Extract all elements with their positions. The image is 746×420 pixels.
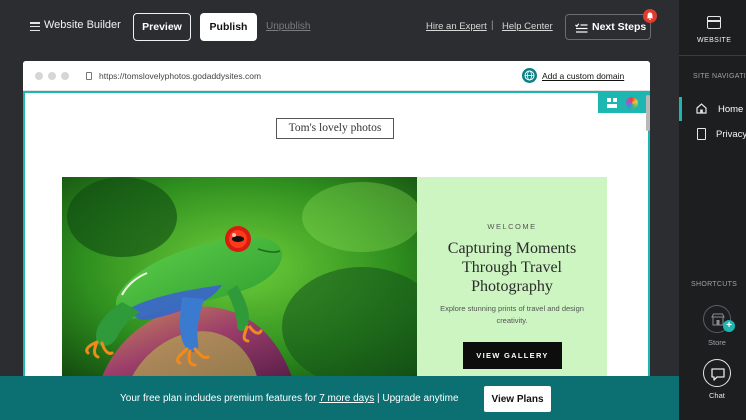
page-icon [697, 128, 706, 140]
add-icon[interactable]: + [723, 320, 735, 332]
app-title: Website Builder [44, 19, 121, 31]
chat-label: Chat [709, 391, 725, 400]
preview-button[interactable]: Preview [133, 13, 191, 41]
add-custom-domain-link[interactable]: Add a custom domain [542, 71, 624, 81]
address-bar: https://tomslovelyphotos.godaddysites.co… [23, 61, 650, 91]
site-preview-frame: https://tomslovelyphotos.godaddysites.co… [23, 61, 650, 376]
unpublish-link[interactable]: Unpublish [266, 21, 310, 32]
layout-icon[interactable] [607, 98, 617, 108]
store-label: Store [708, 338, 726, 347]
shortcuts-heading: SHORTCUTS [691, 281, 738, 288]
site-url: https://tomslovelyphotos.godaddysites.co… [99, 71, 262, 81]
next-steps-label: Next Steps [592, 21, 647, 33]
hero-image[interactable] [62, 177, 417, 376]
hero-text-panel[interactable]: WELCOME Capturing Moments Through Travel… [417, 177, 607, 376]
banner-message: Your free plan includes premium features… [120, 393, 459, 404]
bell-icon [646, 12, 654, 21]
scrollbar[interactable] [646, 95, 650, 131]
view-plans-button[interactable]: View Plans [483, 385, 552, 413]
right-sidebar [679, 0, 746, 420]
sidebar-divider [679, 55, 746, 56]
publish-button[interactable]: Publish [200, 13, 257, 41]
hero-subtext: Explore stunning prints of travel and de… [440, 304, 584, 325]
hero-eyebrow: WELCOME [487, 222, 537, 231]
sidebar-item-privacy[interactable]: Privacy [716, 129, 746, 140]
checklist-icon [575, 23, 588, 33]
window-dot-icon [35, 72, 43, 80]
window-dot-icon [61, 72, 69, 80]
globe-icon [522, 68, 537, 83]
site-canvas[interactable]: Tom's lovely photos WELCOME Capturing Mo… [23, 91, 650, 376]
home-icon [696, 103, 707, 114]
banner-text-before: Your free plan includes premium features… [120, 393, 320, 404]
sidebar-item-home[interactable]: Home [718, 104, 746, 115]
sidebar-tab-website[interactable]: WEBSITE [697, 37, 731, 44]
window-dot-icon [48, 72, 56, 80]
hire-expert-link[interactable]: Hire an Expert [426, 21, 487, 32]
menu-icon[interactable] [30, 22, 40, 32]
upgrade-banner: Your free plan includes premium features… [0, 376, 679, 420]
trial-days-link[interactable]: 7 more days [319, 393, 374, 404]
site-title[interactable]: Tom's lovely photos [276, 118, 394, 139]
hero-heading: Capturing Moments Through Travel Photogr… [447, 240, 577, 295]
help-center-link[interactable]: Help Center [502, 21, 553, 32]
view-gallery-button[interactable]: VIEW GALLERY [463, 342, 562, 369]
website-icon[interactable] [707, 16, 721, 29]
frog-photo [62, 177, 417, 376]
link-separator: | [491, 20, 494, 31]
lock-icon [86, 72, 92, 80]
chat-button[interactable] [703, 359, 731, 387]
banner-text-after: | Upgrade anytime [374, 393, 459, 404]
next-steps-button[interactable]: Next Steps [565, 14, 651, 40]
top-toolbar: Website Builder Preview Publish Unpublis… [0, 0, 679, 55]
notification-badge-icon [643, 9, 657, 23]
site-navigation-heading: SITE NAVIGATION [693, 73, 746, 80]
active-indicator [679, 97, 682, 121]
chat-icon [711, 368, 725, 381]
theme-color-icon[interactable] [626, 97, 638, 109]
section-tools [598, 93, 648, 113]
